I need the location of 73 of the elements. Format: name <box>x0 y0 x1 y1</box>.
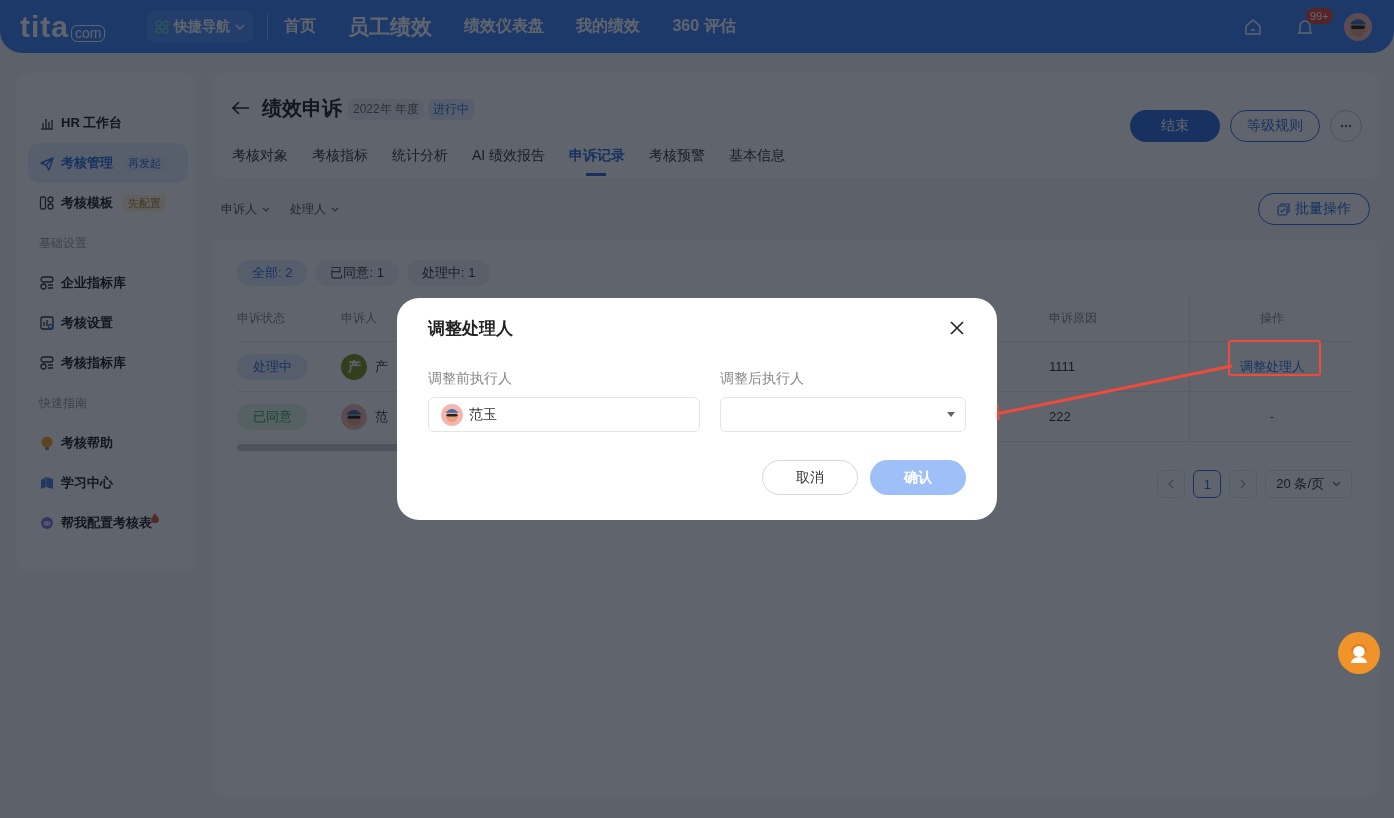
caret-icon <box>1332 481 1341 487</box>
page-title: 绩效申诉 <box>262 96 342 121</box>
book-icon <box>39 475 55 491</box>
cancel-button[interactable]: 取消 <box>762 460 858 495</box>
person-name: 产 <box>375 357 388 376</box>
tab[interactable]: 基本信息 <box>729 147 786 176</box>
notification-badge: 99+ <box>1306 7 1333 24</box>
home-icon[interactable] <box>1244 17 1262 36</box>
tab[interactable]: 考核指标 <box>312 147 368 176</box>
select-field[interactable] <box>720 397 966 432</box>
more-button[interactable] <box>1330 110 1362 142</box>
status-tag: 处理中 <box>237 353 308 380</box>
nav-link[interactable]: 员工绩效 <box>348 12 433 41</box>
close-icon[interactable] <box>950 321 964 335</box>
table-cell: 222 <box>1049 392 1190 441</box>
tab[interactable]: 考核对象 <box>232 147 288 176</box>
person-name: 范 <box>375 407 388 426</box>
lightbulb-icon <box>39 435 55 451</box>
batch-button[interactable]: 批量操作 <box>1258 193 1370 225</box>
checkbox-icon <box>1277 202 1290 216</box>
user-avatar <box>341 403 367 430</box>
more-icon <box>1340 124 1352 128</box>
robot-icon <box>39 515 55 531</box>
field-label: 调整前执行人 <box>428 370 513 388</box>
sidebar-item[interactable]: HR 工作台 <box>28 103 188 143</box>
logo-text: tita <box>20 11 69 42</box>
user-avatar <box>441 403 463 426</box>
template-icon <box>39 195 55 211</box>
person-field[interactable]: 范玉 <box>428 397 700 432</box>
paper-plane-icon <box>39 155 55 171</box>
dialog-title: 调整处理人 <box>428 317 513 340</box>
user-avatar <box>1344 12 1372 41</box>
status-tag: 已同意 <box>237 403 308 430</box>
filter-chip[interactable]: 处理中: 1 <box>406 260 491 286</box>
tab[interactable]: 申诉记录 <box>569 147 626 176</box>
chevron-left-icon <box>1168 479 1175 489</box>
sidebar-item[interactable]: 考核设置 <box>28 303 188 343</box>
status-tag: 进行中 <box>428 99 475 120</box>
sidebar-item[interactable]: 企业指标库 <box>28 263 188 303</box>
logo-suffix: com <box>71 24 106 42</box>
sidebar-item[interactable]: 考核帮助 <box>28 423 188 463</box>
nav-link[interactable]: 首页 <box>284 16 317 37</box>
sidebar-item[interactable]: 考核指标库 <box>28 343 188 383</box>
settings-board-icon <box>39 315 55 331</box>
field-label: 调整后执行人 <box>720 370 805 388</box>
tab[interactable]: 考核预警 <box>649 147 706 176</box>
dropdown-icon <box>947 412 955 417</box>
table-cell: - <box>1269 409 1275 424</box>
sidebar-item[interactable]: 帮我配置考核表 <box>28 503 188 543</box>
page-button[interactable]: 1 <box>1193 470 1222 498</box>
caret-icon <box>331 206 339 212</box>
caret-icon <box>235 23 246 30</box>
list-icon <box>39 355 55 371</box>
list-icon <box>39 275 55 291</box>
table-cell: 1111 <box>1049 342 1190 391</box>
filter-chip[interactable]: 已同意: 1 <box>315 260 399 286</box>
sidebar-item[interactable]: 学习中心 <box>28 463 188 503</box>
nav-link[interactable]: 我的绩效 <box>576 16 641 37</box>
end-button[interactable]: 结束 <box>1130 110 1220 142</box>
nav-link[interactable]: 绩效仪表盘 <box>464 16 545 37</box>
tab[interactable]: AI 绩效报告 <box>472 147 546 176</box>
tab[interactable]: 统计分析 <box>392 147 448 176</box>
chevron-right-icon <box>1240 479 1247 489</box>
rules-button[interactable]: 等级规则 <box>1230 110 1320 142</box>
caret-icon <box>262 206 270 212</box>
page-size-select[interactable]: 20 条/页 <box>1265 470 1352 498</box>
next-page-button[interactable] <box>1229 470 1258 498</box>
user-avatar: 产 <box>341 353 367 380</box>
back-arrow-icon[interactable] <box>232 101 250 115</box>
nav-link[interactable]: 360 评估 <box>672 16 736 37</box>
filter-chip[interactable]: 全部: 2 <box>237 260 308 286</box>
adjust-handler-link[interactable]: 调整处理人 <box>1239 357 1305 376</box>
prev-page-button[interactable] <box>1157 470 1186 498</box>
